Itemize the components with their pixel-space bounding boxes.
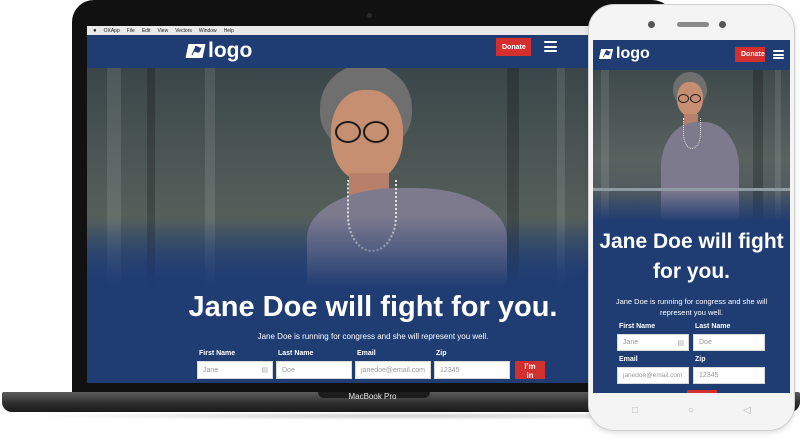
phone-email-value: janedoe@email.com [623,372,683,379]
hamburger-menu-icon[interactable] [544,41,557,52]
phone-email-label: Email [619,356,638,363]
hero-subtext: Jane Doe is running for congress and she… [257,332,489,341]
zip-field[interactable]: 12345 [434,361,510,379]
phone-screen: ⚑ logo Donate Jane Doe will fight for yo… [593,40,790,393]
first-name-label: First Name [199,350,236,357]
phone-zip-value: 12345 [699,372,719,379]
phone-front-camera [648,21,655,28]
laptop-camera [367,13,372,18]
recent-apps-icon[interactable]: □ [628,405,642,416]
zip-value: 12345 [440,366,460,374]
menu-item-file[interactable]: File [127,28,135,34]
stylized-flag-icon: ⚑ [185,44,206,58]
phone-first-name-label: First Name [619,323,656,330]
phone-first-name-value: Jane [623,339,639,346]
first-name-value: Jane [203,366,219,374]
phone-zip-field[interactable]: 12345 [693,367,765,384]
last-name-field[interactable]: Doe [276,361,352,379]
menu-item-edit[interactable]: Edit [142,28,151,34]
phone-email-field[interactable]: janedoe@email.com [617,367,689,384]
phone-zip-label: Zip [695,356,706,363]
phone-site-logo[interactable]: ⚑ logo [598,44,650,64]
phone-speaker [677,22,709,27]
menu-item-view[interactable]: View [157,28,168,34]
contact-card-icon[interactable]: ▤ [677,339,684,347]
phone-donate-button[interactable]: Donate [735,47,765,62]
donate-button[interactable]: Donate [496,38,531,56]
home-icon[interactable]: ○ [684,405,698,416]
stylized-flag-icon: ⚑ [598,49,614,59]
email-label: Email [357,350,376,357]
last-name-value: Doe [282,366,295,374]
laptop-brand-label: MacBook Pro [348,392,397,401]
contact-card-icon[interactable]: ▤ [261,366,268,374]
zip-label: Zip [436,350,447,357]
phone-hero-subtext: Jane Doe is running for congress and she… [615,297,768,317]
menu-item-window[interactable]: Window [199,28,217,34]
phone-first-name-field[interactable]: Jane ▤ [617,334,689,351]
site-logo[interactable]: ⚑ logo [185,39,253,63]
phone-last-name-field[interactable]: Doe [693,334,765,351]
phone-hero-headline: Jane Doe will fight for you. [599,230,784,283]
email-field[interactable]: janedoe@email.com [355,361,431,379]
phone-sensor [719,21,726,28]
site-header: ⚑ logo Donate [87,35,659,68]
last-name-label: Last Name [278,350,314,357]
phone-last-name-value: Doe [699,339,712,346]
menu-item-app[interactable]: OXApp [104,28,120,34]
laptop-screen: ● OXApp File Edit View Vectors Window He… [87,26,659,383]
menu-item-vectors[interactable]: Vectors [175,28,192,34]
email-value: janedoe@email.com [361,366,425,374]
mac-menu-bar: ● OXApp File Edit View Vectors Window He… [87,26,659,35]
hero-headline: Jane Doe will fight for you. [188,291,558,323]
menu-item-help[interactable]: Help [224,28,234,34]
im-in-button[interactable]: I'm in [515,361,545,380]
logo-text: logo [208,39,253,62]
apple-logo-icon[interactable]: ● [93,28,97,34]
phone-last-name-label: Last Name [695,323,731,330]
phone-submit-button-edge[interactable] [687,390,717,393]
back-icon[interactable]: ◁ [740,405,754,416]
first-name-field[interactable]: Jane ▤ [197,361,273,379]
phone-hamburger-menu-icon[interactable] [773,50,784,59]
phone-logo-text: logo [616,45,650,62]
